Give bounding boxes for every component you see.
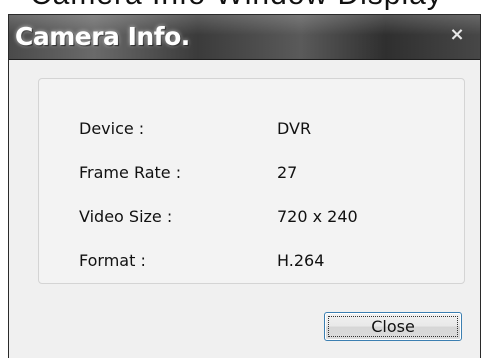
close-button[interactable]: Close [324, 312, 462, 341]
info-value: DVR [277, 119, 312, 138]
info-panel: Device : DVR Frame Rate : 27 Video Size … [38, 78, 465, 284]
info-label: Format : [79, 251, 146, 270]
info-value: 720 x 240 [277, 207, 358, 226]
info-row-frame-rate: Frame Rate : 27 [39, 163, 464, 187]
background-heading: Camera Info Window Display [30, 0, 443, 12]
info-value: 27 [277, 163, 298, 182]
info-label: Frame Rate : [79, 163, 182, 182]
info-row-format: Format : H.264 [39, 251, 464, 275]
close-button-label: Close [371, 317, 415, 336]
dialog-title: Camera Info. [15, 22, 190, 51]
camera-info-dialog: Camera Info. × Device : DVR Frame Rate :… [8, 14, 481, 358]
info-label: Device : [79, 119, 145, 138]
info-row-device: Device : DVR [39, 119, 464, 143]
info-label: Video Size : [79, 207, 173, 226]
info-value: H.264 [277, 251, 325, 270]
title-bar[interactable]: Camera Info. × [9, 15, 480, 60]
info-row-video-size: Video Size : 720 x 240 [39, 207, 464, 231]
close-icon[interactable]: × [446, 24, 468, 46]
